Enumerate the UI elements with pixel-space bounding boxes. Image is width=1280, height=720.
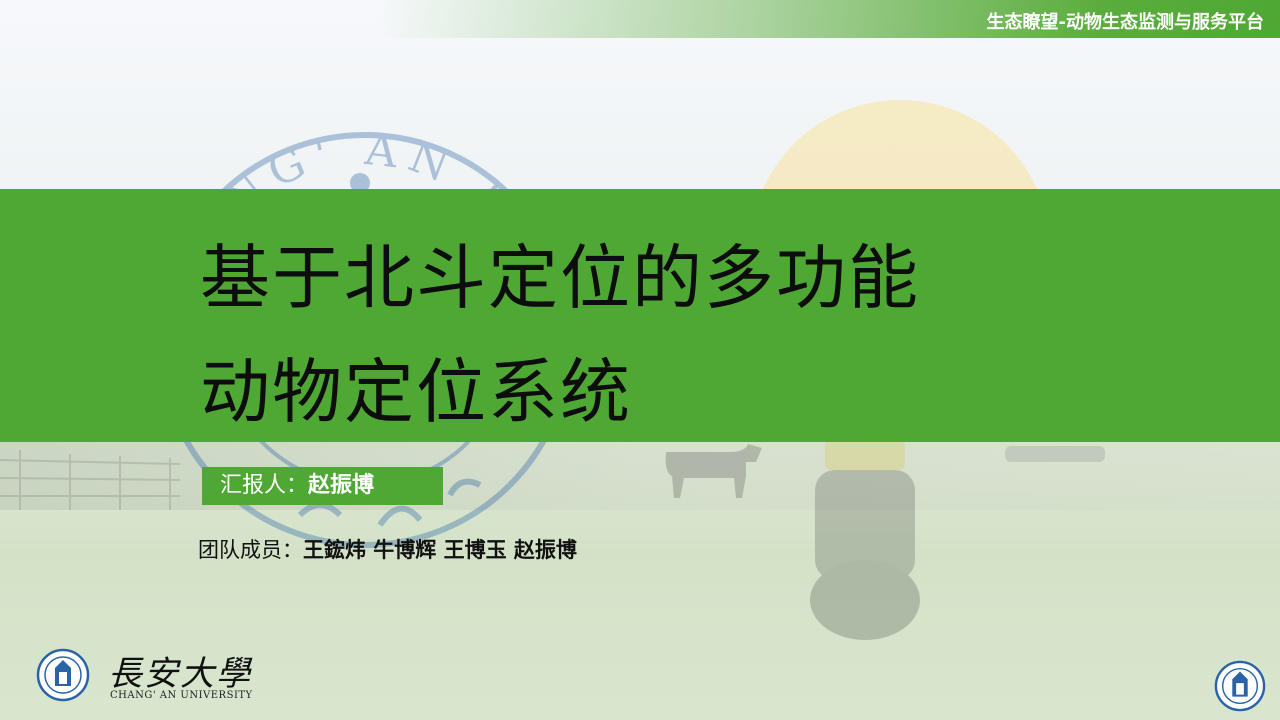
slide-title-line-2: 动物定位系统 [200,351,632,433]
university-name-cn: 長安大學 [108,654,252,694]
team-members-line: 团队成员：王鋐炜 牛博辉 王博玉 赵振博 [198,534,577,564]
platform-banner: 生态瞭望-动物生态监测与服务平台 [380,0,1280,38]
background-cow [1005,446,1105,462]
team-members: 王鋐炜 牛博辉 王博玉 赵振博 [303,538,577,562]
team-label: 团队成员： [198,538,303,562]
reporter-name: 赵振博 [308,473,375,498]
university-emblem-icon [1214,660,1266,712]
university-emblem-icon [36,648,90,702]
university-name-en: CHANG' AN UNIVERSITY [110,690,253,701]
reporter-box: 汇报人：赵振博 [202,467,443,505]
reporter-label: 汇报人： [220,473,309,498]
title-slide: CHANG' AN UNIVERSITY 生态瞭望-动物生态监测与服务平台 基于… [0,0,1280,720]
background-person [810,440,920,640]
background-cow [650,444,762,498]
platform-title: 生态瞭望-动物生态监测与服务平台 [986,12,1264,33]
slide-title-line-1: 基于北斗定位的多功能 [200,237,920,319]
